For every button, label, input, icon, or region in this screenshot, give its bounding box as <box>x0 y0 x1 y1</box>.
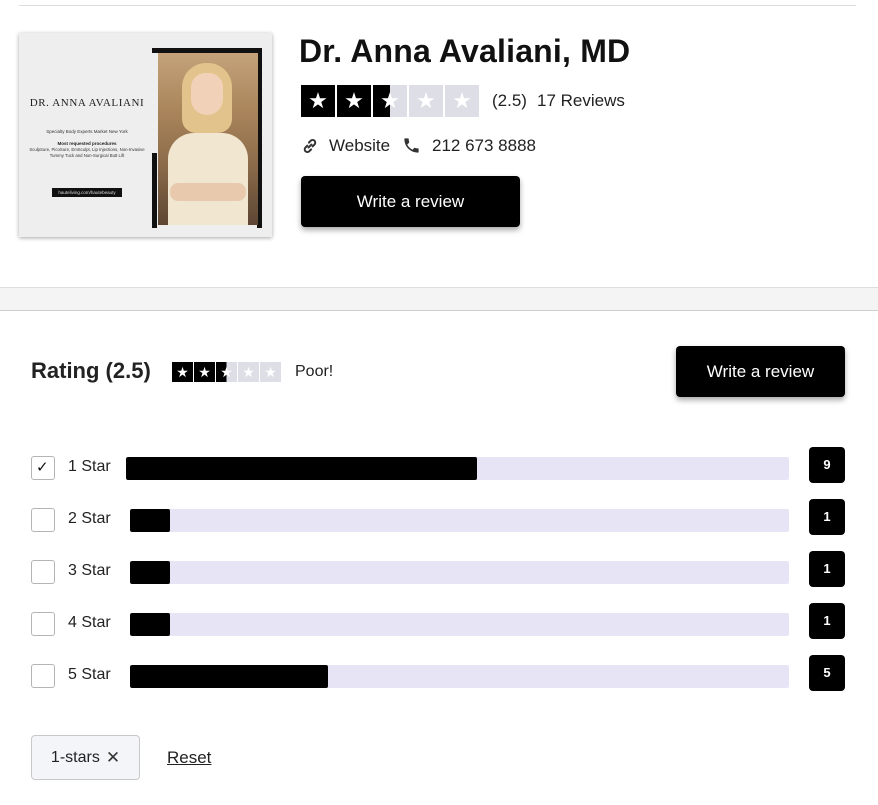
profile-rating-value: (2.5) <box>492 91 527 110</box>
website-link[interactable]: Website <box>329 136 390 156</box>
star-glyph: ★ <box>220 364 233 380</box>
close-icon[interactable]: ✕ <box>106 748 120 768</box>
star-filter-checkbox[interactable]: ✓ <box>31 456 55 480</box>
star-glyph: ★ <box>452 88 472 113</box>
write-review-button-top[interactable]: Write a review <box>301 176 520 227</box>
phone-link[interactable]: 212 673 8888 <box>432 136 536 156</box>
card-doctor-name: DR. ANNA AVALIANI <box>29 97 145 109</box>
rating-row-label: 4 Star <box>68 614 111 631</box>
star-filter-checkbox[interactable] <box>31 612 55 636</box>
card-procedures-title: Most requested procedures <box>57 141 117 146</box>
checkmark-icon: ✓ <box>36 459 49 476</box>
top-divider <box>19 5 856 6</box>
summary-star-rating: ★ ★ ★ ★ ★ <box>172 362 282 382</box>
card-procedures: SculpSure, PicoSure, EmSculpt, Lip Injec… <box>29 147 145 158</box>
doctor-portrait <box>158 53 258 225</box>
rating-bar-fill <box>130 509 170 532</box>
rating-count-badge: 5 <box>809 655 845 691</box>
star-glyph: ★ <box>416 88 436 113</box>
star-glyph: ★ <box>242 364 255 380</box>
star-icon: ★ <box>172 362 193 382</box>
rating-heading: Rating (2.5) <box>31 358 151 383</box>
profile-star-rating: ★ ★ ★ ★ ★ <box>301 85 481 117</box>
rating-bar-track[interactable] <box>130 561 789 584</box>
link-icon <box>303 139 317 153</box>
rating-word: Poor! <box>295 363 334 380</box>
star-glyph: ★ <box>176 364 189 380</box>
star-icon: ★ <box>260 362 281 382</box>
rating-row-label: 3 Star <box>68 562 111 579</box>
rating-row-label: 5 Star <box>68 666 111 683</box>
star-icon: ★ <box>373 85 407 117</box>
rating-bar-fill <box>130 561 170 584</box>
card-specialty: Specialty Body Experts Market New York <box>46 129 128 134</box>
star-icon: ★ <box>238 362 259 382</box>
star-filter-checkbox[interactable] <box>31 508 55 532</box>
rating-bar-track[interactable] <box>126 457 789 480</box>
rating-bar-track[interactable] <box>130 665 789 688</box>
filter-chip-label: 1-stars <box>50 748 100 766</box>
star-glyph: ★ <box>264 364 277 380</box>
rating-bar-fill <box>126 457 477 480</box>
active-filter-chip[interactable]: 1-stars ✕ <box>31 735 140 780</box>
write-review-button-bottom[interactable]: Write a review <box>676 346 845 397</box>
star-filter-checkbox[interactable] <box>31 664 55 688</box>
star-glyph: ★ <box>380 88 400 113</box>
portrait-body <box>168 133 248 225</box>
rating-count-badge: 9 <box>809 447 845 483</box>
portrait-arms <box>170 183 246 201</box>
profile-photo-card: DR. ANNA AVALIANI Specialty Body Experts… <box>19 33 272 237</box>
portrait-face <box>191 73 223 115</box>
reset-filters-link[interactable]: Reset <box>167 748 211 768</box>
rating-row: 4 Star 1 <box>0 603 878 639</box>
star-glyph: ★ <box>198 364 211 380</box>
star-icon: ★ <box>194 362 215 382</box>
star-icon: ★ <box>216 362 237 382</box>
section-divider-band <box>0 287 878 311</box>
rating-bar-fill <box>130 613 170 636</box>
rating-row-label: 1 Star <box>68 458 111 475</box>
rating-bar-track[interactable] <box>130 613 789 636</box>
rating-row: 2 Star 1 <box>0 499 878 535</box>
star-icon: ★ <box>301 85 335 117</box>
rating-row: ✓ 1 Star 9 <box>0 447 878 483</box>
rating-row: 3 Star 1 <box>0 551 878 587</box>
star-filter-checkbox[interactable] <box>31 560 55 584</box>
star-icon: ★ <box>337 85 371 117</box>
card-link: hauteliving.com/hautebeauty <box>52 188 122 197</box>
phone-icon <box>404 138 419 153</box>
star-glyph: ★ <box>308 88 328 113</box>
rating-count-badge: 1 <box>809 499 845 535</box>
rating-bar-track[interactable] <box>130 509 789 532</box>
rating-bar-fill <box>130 665 328 688</box>
star-icon: ★ <box>409 85 443 117</box>
rating-row-label: 2 Star <box>68 510 111 527</box>
star-icon: ★ <box>445 85 479 117</box>
rating-count-badge: 1 <box>809 603 845 639</box>
rating-count-badge: 1 <box>809 551 845 587</box>
star-glyph: ★ <box>344 88 364 113</box>
doctor-name: Dr. Anna Avaliani, MD <box>299 33 631 69</box>
reviews-count-link[interactable]: 17 Reviews <box>537 91 625 111</box>
card-frame-left <box>152 153 157 228</box>
rating-row: 5 Star 5 <box>0 655 878 691</box>
